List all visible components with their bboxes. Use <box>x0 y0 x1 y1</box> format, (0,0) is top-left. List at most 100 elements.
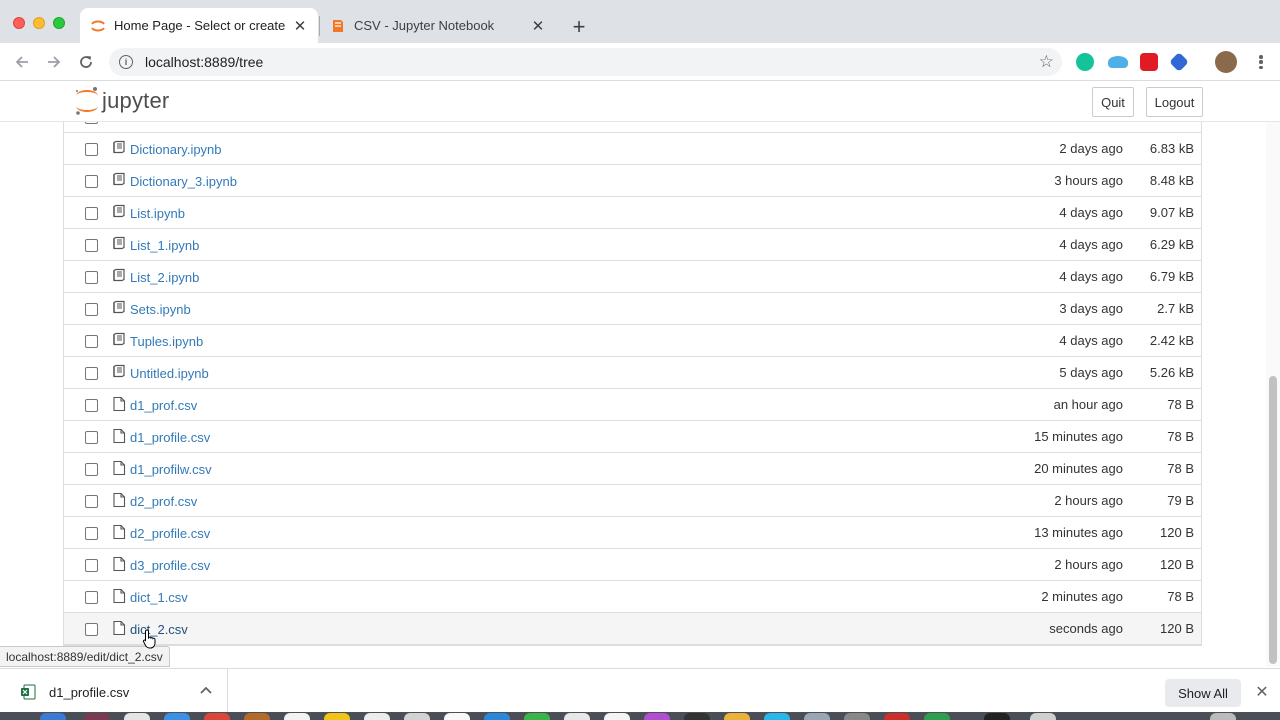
maximize-window-button[interactable] <box>53 17 65 29</box>
close-window-button[interactable] <box>13 17 25 29</box>
table-row[interactable]: Tuples.ipynb 4 days ago 2.42 kB <box>64 325 1201 357</box>
dock-app-icon[interactable] <box>124 713 150 720</box>
jupyter-logo[interactable]: jupyter <box>74 86 169 116</box>
table-row[interactable]: d1_prof.csv an hour ago 78 B <box>64 389 1201 421</box>
row-checkbox[interactable] <box>85 463 98 476</box>
file-name-link[interactable]: d2_profile.csv <box>130 526 210 541</box>
table-row[interactable]: List_1.ipynb 4 days ago 6.29 kB <box>64 229 1201 261</box>
file-name-link[interactable]: List_1.ipynb <box>130 238 199 253</box>
row-checkbox[interactable] <box>85 591 98 604</box>
row-checkbox[interactable] <box>85 623 98 636</box>
new-tab-icon[interactable]: + <box>567 14 591 39</box>
address-bar[interactable]: i localhost:8889/tree ☆ <box>109 48 1062 76</box>
profile-avatar[interactable] <box>1215 51 1237 73</box>
close-tab-icon[interactable]: ✕ <box>292 18 308 35</box>
site-info-icon[interactable]: i <box>119 55 133 69</box>
table-row[interactable]: Untitled.ipynb 5 days ago 5.26 kB <box>64 357 1201 389</box>
dock-app-icon[interactable] <box>84 713 110 720</box>
reload-icon[interactable] <box>75 51 97 73</box>
row-checkbox[interactable] <box>85 367 98 380</box>
file-name-link[interactable]: d1_profile.csv <box>130 430 210 445</box>
dock-app-icon[interactable] <box>884 713 910 720</box>
table-row[interactable]: Dictionary.ipynb 2 days ago 6.83 kB <box>64 133 1201 165</box>
row-checkbox[interactable] <box>85 303 98 316</box>
row-checkbox[interactable] <box>85 399 98 412</box>
row-checkbox[interactable] <box>85 559 98 572</box>
dock-app-icon[interactable] <box>364 713 390 720</box>
dock-app-icon[interactable] <box>684 713 710 720</box>
dock-app-icon[interactable] <box>724 713 750 720</box>
dock-app-icon[interactable] <box>164 713 190 720</box>
minimize-window-button[interactable] <box>33 17 45 29</box>
file-name-link[interactable]: Tuples.ipynb <box>130 334 203 349</box>
dock-app-icon[interactable] <box>244 713 270 720</box>
dock-app-icon[interactable] <box>40 713 66 720</box>
file-name-link[interactable]: d1_profilw.csv <box>130 462 212 477</box>
row-checkbox[interactable] <box>85 495 98 508</box>
file-name-link[interactable]: d2_prof.csv <box>130 494 197 509</box>
row-checkbox[interactable] <box>85 239 98 252</box>
row-checkbox[interactable] <box>85 527 98 540</box>
dock-app-icon[interactable] <box>844 713 870 720</box>
tab-csv-notebook[interactable]: CSV - Jupyter Notebook ✕ <box>320 8 556 43</box>
table-row[interactable]: d3_profile.csv 2 hours ago 120 B <box>64 549 1201 581</box>
chevron-up-icon[interactable] <box>199 685 213 695</box>
forward-arrow-icon[interactable] <box>43 51 65 73</box>
file-name-link[interactable]: Sets.ipynb <box>130 302 191 317</box>
dock-trash-icon[interactable] <box>1210 713 1236 720</box>
close-download-bar-icon[interactable]: ✕ <box>1254 684 1270 701</box>
row-checkbox[interactable] <box>85 431 98 444</box>
dock-app-icon[interactable] <box>604 713 630 720</box>
dock-app-icon[interactable] <box>524 713 550 720</box>
grammarly-extension-icon[interactable] <box>1076 53 1094 71</box>
row-checkbox[interactable] <box>85 143 98 156</box>
file-name-link[interactable]: dict_1.csv <box>130 590 188 605</box>
table-row[interactable]: Dictionary_3.ipynb 3 hours ago 8.48 kB <box>64 165 1201 197</box>
table-row[interactable]: List.ipynb 4 days ago 9.07 kB <box>64 197 1201 229</box>
dock-app-icon[interactable] <box>284 713 310 720</box>
video-extension-icon[interactable] <box>1140 53 1158 71</box>
browser-menu-icon[interactable] <box>1252 53 1270 71</box>
tab-home-page[interactable]: Home Page - Select or create a notebook … <box>80 8 318 43</box>
table-row[interactable]: dict_2.csv seconds ago 120 B <box>64 613 1201 645</box>
row-checkbox[interactable] <box>85 271 98 284</box>
bookmark-star-icon[interactable]: ☆ <box>1039 53 1054 71</box>
shield-extension-icon[interactable] <box>1169 52 1189 72</box>
row-checkbox[interactable] <box>85 207 98 220</box>
table-row[interactable]: dict_1.csv 2 minutes ago 78 B <box>64 581 1201 613</box>
back-arrow-icon[interactable] <box>11 51 33 73</box>
table-row[interactable]: d2_prof.csv 2 hours ago 79 B <box>64 485 1201 517</box>
close-tab-icon[interactable]: ✕ <box>530 18 546 35</box>
dock-app-icon[interactable] <box>984 713 1010 720</box>
file-name-link[interactable]: Dictionary.ipynb <box>130 142 222 157</box>
row-checkbox[interactable] <box>85 335 98 348</box>
dock-app-icon[interactable] <box>204 713 230 720</box>
cloud-extension-icon[interactable] <box>1108 56 1128 68</box>
show-all-downloads-button[interactable]: Show All <box>1165 679 1241 707</box>
table-row[interactable]: Sets.ipynb 3 days ago 2.7 kB <box>64 293 1201 325</box>
quit-button[interactable]: Quit <box>1092 87 1134 117</box>
table-row[interactable]: d1_profilw.csv 20 minutes ago 78 B <box>64 453 1201 485</box>
dock-app-icon[interactable] <box>644 713 670 720</box>
row-checkbox[interactable] <box>85 175 98 188</box>
file-name-link[interactable]: List_2.ipynb <box>130 270 199 285</box>
file-name-link[interactable]: d1_prof.csv <box>130 398 197 413</box>
dock-app-icon[interactable] <box>404 713 430 720</box>
dock-app-icon[interactable] <box>764 713 790 720</box>
scrollbar-thumb[interactable] <box>1269 376 1277 664</box>
dock-app-icon[interactable] <box>804 713 830 720</box>
table-row[interactable]: List_2.ipynb 4 days ago 6.79 kB <box>64 261 1201 293</box>
file-name-link[interactable]: Untitled.ipynb <box>130 366 209 381</box>
file-name-link[interactable]: dict_2.csv <box>130 622 188 637</box>
dock-app-icon[interactable] <box>924 713 950 720</box>
dock-app-icon[interactable] <box>1030 713 1056 720</box>
dock-app-icon[interactable] <box>444 713 470 720</box>
table-row[interactable]: d1_profile.csv 15 minutes ago 78 B <box>64 421 1201 453</box>
file-name-link[interactable]: List.ipynb <box>130 206 185 221</box>
dock-app-icon[interactable] <box>484 713 510 720</box>
table-row[interactable]: d2_profile.csv 13 minutes ago 120 B <box>64 517 1201 549</box>
dock-app-icon[interactable] <box>564 713 590 720</box>
logout-button[interactable]: Logout <box>1146 87 1203 117</box>
dock-app-icon[interactable] <box>324 713 350 720</box>
file-name-link[interactable]: d3_profile.csv <box>130 558 210 573</box>
